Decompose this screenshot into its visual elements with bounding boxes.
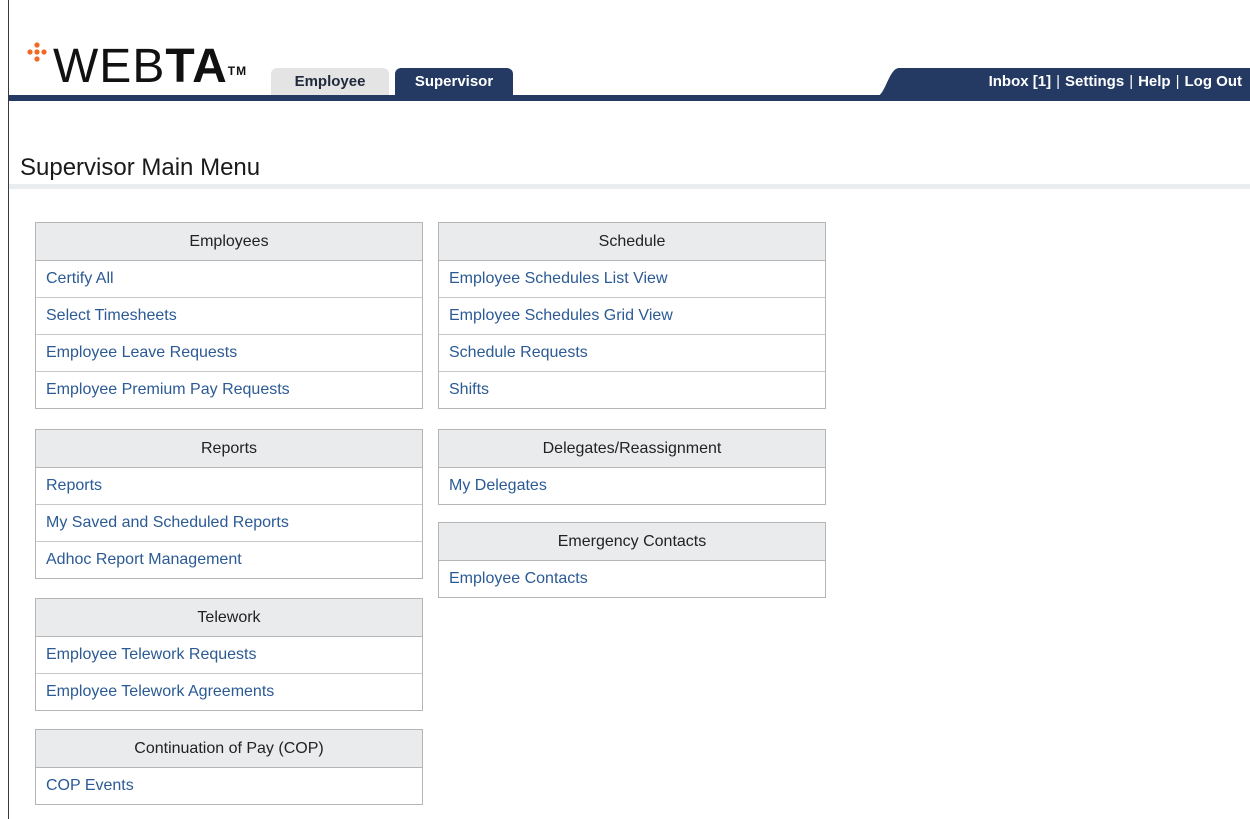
nav-bar <box>9 95 1250 101</box>
panel-header: Schedule <box>439 223 825 261</box>
link-my-delegates[interactable]: My Delegates <box>439 468 825 504</box>
panel-employees: Employees Certify All Select Timesheets … <box>35 222 423 409</box>
link-employee-premium-pay-requests[interactable]: Employee Premium Pay Requests <box>36 372 422 408</box>
panel-delegates-reassignment: Delegates/Reassignment My Delegates <box>438 429 826 505</box>
link-schedule-requests[interactable]: Schedule Requests <box>439 335 825 372</box>
panel-schedule: Schedule Employee Schedules List View Em… <box>438 222 826 409</box>
link-telework-requests[interactable]: Employee Telework Requests <box>36 637 422 674</box>
tab-supervisor[interactable]: Supervisor <box>395 68 513 96</box>
panel-header: Telework <box>36 599 422 637</box>
logo-bold-text: TA <box>165 40 228 93</box>
panel-emergency-contacts: Emergency Contacts Employee Contacts <box>438 522 826 598</box>
panel-header: Employees <box>36 223 422 261</box>
link-select-timesheets[interactable]: Select Timesheets <box>36 298 422 335</box>
settings-link[interactable]: Settings <box>1065 73 1124 90</box>
link-schedules-list-view[interactable]: Employee Schedules List View <box>439 261 825 298</box>
logo-light-text: WEB <box>53 40 166 93</box>
link-reports[interactable]: Reports <box>36 468 422 505</box>
logout-link[interactable]: Log Out <box>1185 73 1242 90</box>
page-title: Supervisor Main Menu <box>20 154 261 181</box>
panel-telework: Telework Employee Telework Requests Empl… <box>35 598 423 711</box>
link-employee-contacts[interactable]: Employee Contacts <box>439 561 825 597</box>
logo-trademark: TM <box>227 64 248 78</box>
inbox-link[interactable]: Inbox [1] <box>989 73 1052 90</box>
logo-wordmark: WEBTATM <box>53 38 247 96</box>
logo-dots-icon <box>27 42 47 62</box>
link-shifts[interactable]: Shifts <box>439 372 825 408</box>
app-header: WEBTATM Employee Supervisor Inbox [1] | Se… <box>9 0 1250 102</box>
title-divider <box>9 184 1250 189</box>
link-adhoc-report-management[interactable]: Adhoc Report Management <box>36 542 422 578</box>
utility-links: Inbox [1] | Settings | Help | Log Out <box>989 68 1242 96</box>
separator: | <box>1056 73 1060 90</box>
utility-nav: Inbox [1] | Settings | Help | Log Out <box>877 68 1250 96</box>
panel-header: Reports <box>36 430 422 468</box>
panel-continuation-of-pay: Continuation of Pay (COP) COP Events <box>35 729 423 805</box>
panel-header: Delegates/Reassignment <box>439 430 825 468</box>
panel-header: Continuation of Pay (COP) <box>36 730 422 768</box>
link-saved-scheduled-reports[interactable]: My Saved and Scheduled Reports <box>36 505 422 542</box>
separator: | <box>1129 73 1134 90</box>
link-cop-events[interactable]: COP Events <box>36 768 422 804</box>
link-telework-agreements[interactable]: Employee Telework Agreements <box>36 674 422 710</box>
tab-employee[interactable]: Employee <box>271 68 389 96</box>
link-employee-leave-requests[interactable]: Employee Leave Requests <box>36 335 422 372</box>
help-link[interactable]: Help <box>1138 73 1171 90</box>
link-certify-all[interactable]: Certify All <box>36 261 422 298</box>
panel-header: Emergency Contacts <box>439 523 825 561</box>
panel-reports: Reports Reports My Saved and Scheduled R… <box>35 429 423 579</box>
link-schedules-grid-view[interactable]: Employee Schedules Grid View <box>439 298 825 335</box>
separator: | <box>1175 73 1180 90</box>
window-left-border <box>8 0 9 819</box>
